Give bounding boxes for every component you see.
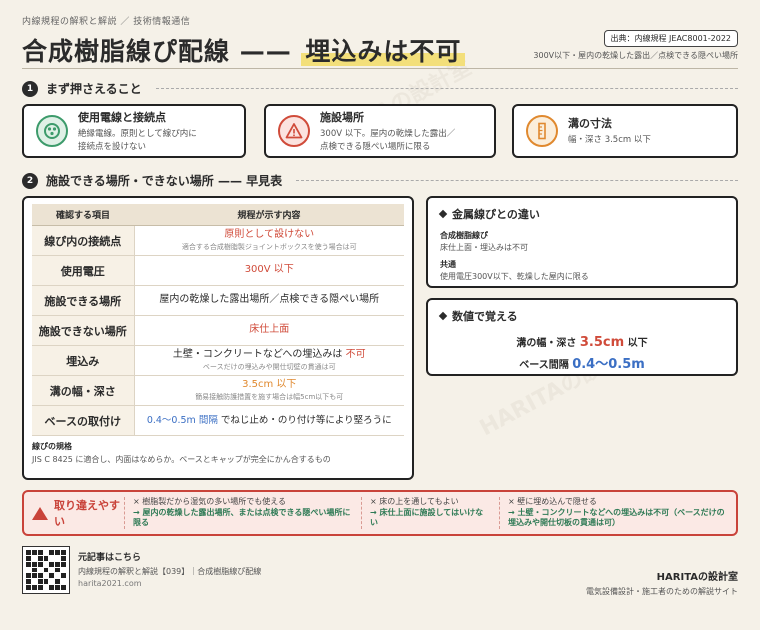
article-link[interactable]: 元記事はこちら 内線規程の解釈と解説【039】｜合成樹脂線ぴ配線 harita2… (78, 550, 261, 588)
mistake-item: × 壁に埋め込んで隠せる → 土壁・コンクリートなどへの埋込みは不可（ベースだけ… (499, 496, 736, 530)
number-row-groove: 溝の幅・深さ 3.5cm 以下 (516, 335, 648, 350)
card-body: 300V 以下。屋内の乾燥した露出／ 点検できる隠ぺい場所に限る (320, 128, 456, 152)
row-value: 3.5cm 以下 簡易接触防護措置を施す場合は幅5cm以下も可 (134, 375, 404, 406)
row-item: 使用電圧 (32, 255, 135, 286)
scope-text: 300V以下・屋内の乾燥した露出／点検できる隠ぺい場所 (533, 51, 738, 60)
source-badge: 出典：内線規程 JEAC8001-2022 (603, 30, 738, 47)
kicker: 内線規程の解釈と解説 ／ 技術情報通信 (22, 17, 191, 27)
row-value: 原則として設けない 適合する合成樹脂製ジョイントボックスを使う場合は可 (134, 225, 404, 256)
quick-reference-table: 確認する項目 規程が示す内容 線ぴ内の接続点 原則として設けない 適合する合成樹脂… (22, 196, 414, 480)
diff-a-body: 床仕上面・埋込みは不可 (440, 243, 528, 252)
card-title: 溝の寸法 (568, 117, 612, 131)
diff-panel: 金属線ぴとの違い 合成樹脂線ぴ 床仕上面・埋込みは不可 共通 使用電圧300V以… (426, 196, 738, 288)
number-row-base: ベース間隔 0.4〜0.5m (519, 357, 645, 372)
mistake-item: × 床の上を通してもよい → 床仕上面に施設してはいけない (361, 496, 499, 530)
section-number: 2 (22, 172, 38, 189)
warning-icon (32, 506, 48, 520)
row-item: 施設できない場所 (32, 315, 135, 346)
section2-heading: 2 施設できる場所・できない場所 —— 早見表 (22, 172, 738, 189)
brand-name: HARITAの設計室 (656, 572, 738, 583)
qr-code[interactable] (22, 546, 70, 594)
title-highlight: 埋込みは不可 (301, 37, 466, 66)
card-body: 幅・深さ 3.5cm 以下 (568, 135, 651, 146)
row-value: 300V 以下 (134, 255, 404, 286)
row-value: 0.4〜0.5m 間隔 でねじ止め・のり付け等により堅ろうに (134, 405, 404, 436)
section-title: まず押さえること (46, 82, 142, 96)
table-row: 埋込み 土壁・コンクリートなどへの埋込みは 不可 ベースだけの埋込みや開仕切壁の貫… (32, 345, 404, 376)
row-item: 埋込み (32, 345, 135, 376)
table-row: ベースの取付け 0.4〜0.5m 間隔 でねじ止め・のり付け等により堅ろうに (32, 405, 404, 436)
row-item: 溝の幅・深さ (32, 375, 135, 406)
header-divider (22, 68, 738, 69)
row-value: 土壁・コンクリートなどへの埋込みは 不可 ベースだけの埋込みや開仕切壁の貫通は可 (134, 345, 404, 376)
diff-b-body: 使用電圧300V以下、乾燥した屋内に限る (440, 272, 589, 281)
card-location: 施設場所 300V 以下。屋内の乾燥した露出／ 点検できる隠ぺい場所に限る (264, 104, 496, 158)
page-title: 合成樹脂線ぴ配線 —— 埋込みは不可 (22, 32, 466, 68)
card-wire: 使用電線と接続点 絶縁電線。原則として線ぴ内に 接続点を設けない (22, 104, 246, 158)
mistakes-label: 取り違えやすい (24, 497, 124, 529)
panel-title: 数値で覚える (438, 308, 724, 324)
title-main: 合成樹脂線ぴ配線 —— (22, 37, 302, 66)
divider (296, 180, 738, 181)
note-title: 線ぴの規格 (32, 442, 72, 451)
section1-heading: 1 まず押さえること (22, 80, 738, 97)
card-groove: 溝の寸法 幅・深さ 3.5cm 以下 (512, 104, 738, 158)
table-row: 使用電圧 300V 以下 (32, 255, 404, 286)
section-number: 1 (22, 80, 38, 97)
table-row: 施設できない場所 床仕上面 (32, 315, 404, 346)
row-item: 線ぴ内の接続点 (32, 225, 135, 256)
brand-tagline: 電気設備設計・施工者のための解説サイト (586, 587, 738, 596)
link-url[interactable]: harita2021.com (78, 579, 261, 588)
card-title: 使用電線と接続点 (78, 110, 166, 124)
row-item: 施設できる場所 (32, 285, 135, 316)
warning-icon (278, 115, 310, 147)
bullet-icon (438, 311, 448, 321)
table-row: 線ぴ内の接続点 原則として設けない 適合する合成樹脂製ジョイントボックスを使う場合… (32, 225, 404, 256)
row-value: 屋内の乾燥した露出場所／点検できる隠ぺい場所 (134, 285, 404, 316)
panel-title: 金属線ぴとの違い (438, 206, 724, 222)
divider (155, 88, 738, 89)
card-title: 施設場所 (320, 110, 364, 124)
wire-cross-section-icon (36, 115, 68, 147)
diff-b-title: 共通 (440, 260, 456, 269)
ruler-icon (526, 115, 558, 147)
note-body: JIS C 8425 に適合し、内面はなめらか。ベースとキャップが完全にかん合す… (32, 455, 331, 464)
row-value: 床仕上面 (134, 315, 404, 346)
link-label: 元記事はこちら (78, 553, 142, 563)
table-header-item: 確認する項目 (32, 204, 134, 226)
table-row: 溝の幅・深さ 3.5cm 以下 簡易接触防護措置を施す場合は幅5cm以下も可 (32, 375, 404, 406)
section-title: 施設できる場所・できない場所 —— 早見表 (46, 174, 283, 188)
table-note: 線ぴの規格 JIS C 8425 に適合し、内面はなめらか。ベースとキャップが完… (32, 441, 404, 465)
link-title: 内線規程の解釈と解説【039】｜合成樹脂線ぴ配線 (78, 567, 262, 576)
bullet-icon (438, 209, 448, 219)
row-item: ベースの取付け (32, 405, 135, 436)
card-body: 絶縁電線。原則として線ぴ内に 接続点を設けない (78, 128, 197, 152)
mistake-item: × 樹脂製だから湿気の多い場所でも使える → 屋内の乾燥した露出場所、または点検… (124, 496, 361, 530)
brand-block: HARITAの設計室 電気設備設計・施工者のための解説サイト (586, 568, 738, 597)
table-header-content: 規程が示す内容 (134, 204, 404, 226)
numbers-panel: 数値で覚える 溝の幅・深さ 3.5cm 以下 ベース間隔 0.4〜0.5m (426, 298, 738, 376)
common-mistakes: 取り違えやすい × 樹脂製だから湿気の多い場所でも使える → 屋内の乾燥した露出… (22, 490, 738, 536)
diff-a-title: 合成樹脂線ぴ (440, 231, 488, 240)
table-row: 施設できる場所 屋内の乾燥した露出場所／点検できる隠ぺい場所 (32, 285, 404, 316)
